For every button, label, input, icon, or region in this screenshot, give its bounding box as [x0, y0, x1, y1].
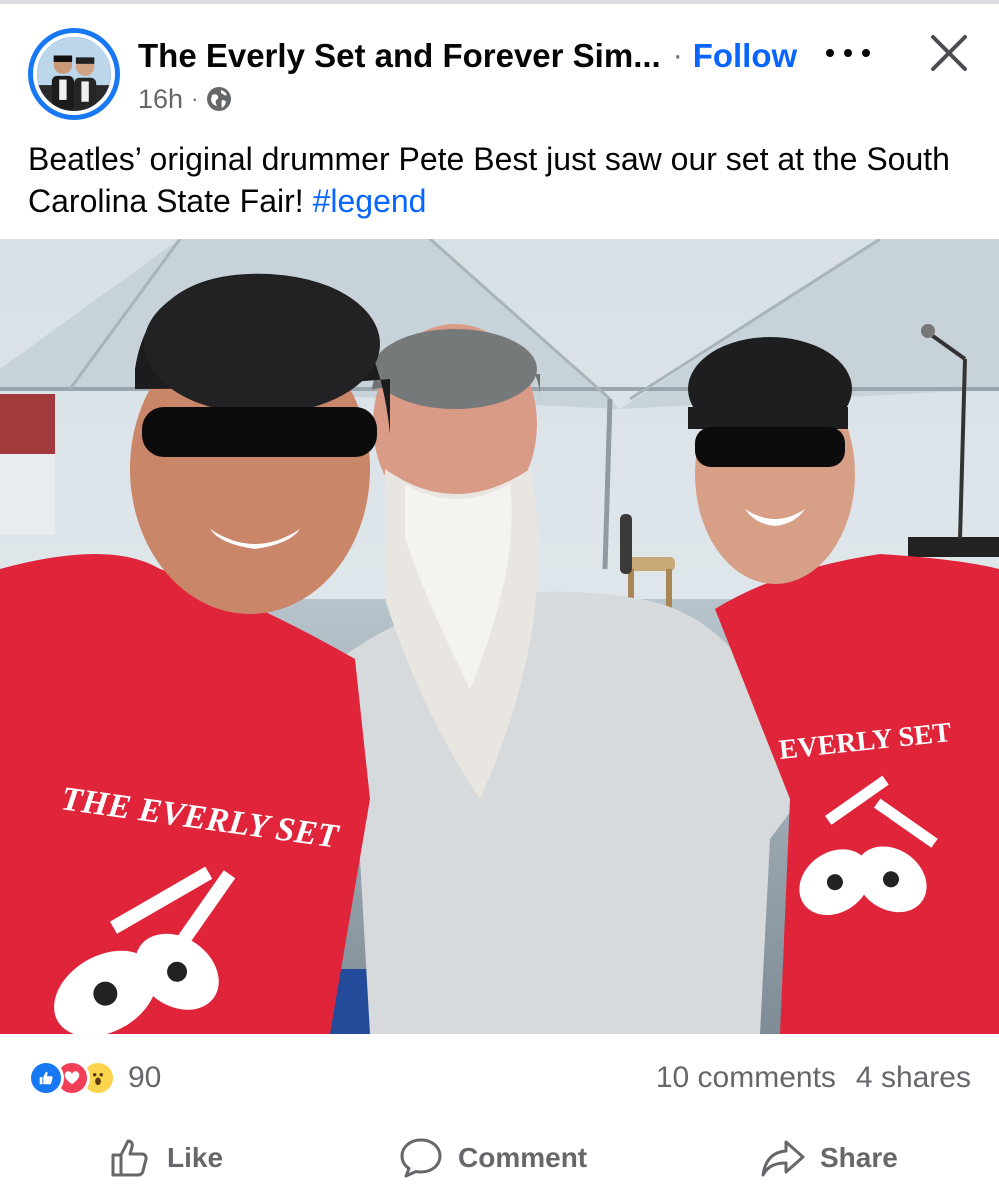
reaction-count: 90 — [128, 1061, 162, 1094]
caption-text: Beatles’ original drummer Pete Best just… — [28, 141, 950, 219]
follow-button[interactable]: Follow — [693, 37, 797, 75]
comments-count-link[interactable]: 10 comments — [656, 1061, 836, 1095]
like-button[interactable]: Like — [107, 1126, 223, 1190]
top-divider — [0, 0, 999, 4]
close-icon[interactable] — [928, 32, 970, 74]
post-timestamp[interactable]: 16h — [138, 84, 183, 115]
avatar-image — [33, 33, 115, 115]
hashtag-link[interactable]: #legend — [313, 183, 427, 219]
like-reaction-icon — [28, 1060, 64, 1096]
like-label: Like — [167, 1142, 224, 1173]
post-photo[interactable]: THE EVERLY SET EVERLY SET — [0, 239, 999, 1034]
meta-separator: · — [191, 86, 199, 111]
engagement-stats: 10 comments 4 shares — [656, 1058, 971, 1098]
comment-button[interactable]: Comment — [398, 1126, 587, 1190]
title-separator: · — [672, 39, 683, 72]
post-meta: 16h · — [138, 82, 232, 116]
comment-bubble-icon — [400, 1138, 442, 1178]
reactions-summary[interactable]: 90 — [28, 1058, 161, 1098]
more-dot — [826, 49, 834, 57]
post-header-title: The Everly Set and Forever Sim... · Foll… — [138, 34, 797, 78]
share-arrow-icon — [761, 1140, 805, 1177]
more-dot — [862, 49, 870, 57]
globe-icon — [206, 86, 232, 112]
comment-label: Comment — [458, 1142, 588, 1173]
share-label: Share — [820, 1142, 898, 1173]
page-name-link[interactable]: The Everly Set and Forever Sim... — [138, 37, 661, 75]
more-dot — [844, 49, 852, 57]
post-caption: Beatles’ original drummer Pete Best just… — [28, 138, 978, 222]
post-action-bar: Like Comment Share — [0, 1126, 999, 1190]
share-button[interactable]: Share — [760, 1126, 898, 1190]
more-options-icon[interactable] — [826, 36, 870, 70]
thumbs-up-icon — [111, 1139, 148, 1177]
page-avatar[interactable] — [28, 28, 120, 120]
shares-count-link[interactable]: 4 shares — [856, 1061, 971, 1095]
